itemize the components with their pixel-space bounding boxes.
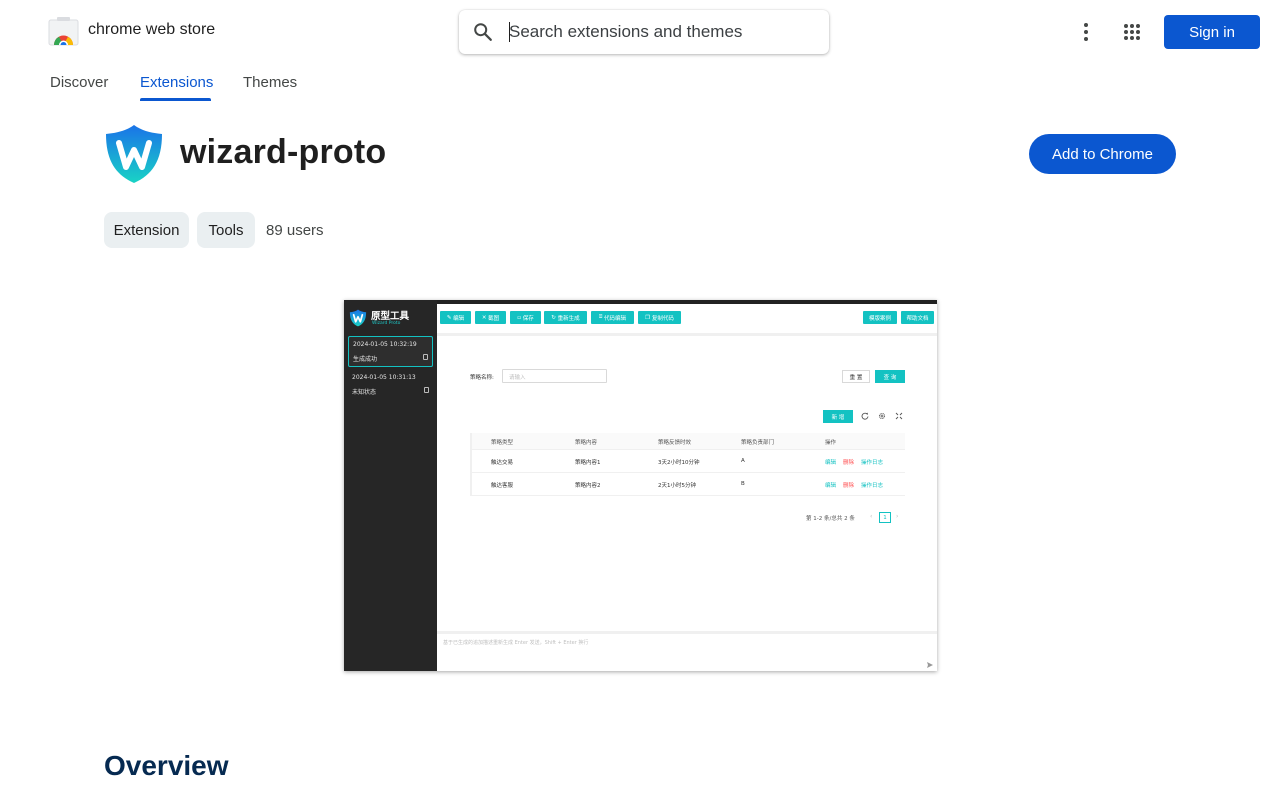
cell-timeliness: 3天2小时10分钟	[658, 460, 700, 466]
user-count: 89 users	[266, 222, 324, 239]
cell-type: 触达交易	[491, 460, 514, 466]
fullscreen-icon[interactable]	[895, 412, 903, 420]
google-apps-button[interactable]	[1116, 16, 1148, 48]
history-status: 生成成功	[353, 356, 378, 363]
send-icon[interactable]	[926, 661, 934, 669]
extension-title: wizard-proto	[180, 133, 387, 171]
row-log-link[interactable]: 操作日志	[861, 481, 883, 489]
column-header: 策略反馈时效	[658, 440, 692, 446]
chat-input-area[interactable]: 基于已生成的追加描述重新生成 Enter 发送，Shift + Enter 换行	[437, 631, 937, 671]
toolbar-code-edit-button[interactable]: ⌸ 代码编辑	[591, 311, 634, 324]
history-time: 2024-01-05 10:32:19	[353, 341, 417, 348]
cell-type: 触达客服	[491, 483, 514, 489]
extension-logo-icon	[106, 125, 162, 183]
cell-content: 策略内容2	[575, 483, 601, 489]
store-name[interactable]: chrome web store	[88, 21, 215, 39]
query-button[interactable]: 查 询	[875, 370, 905, 383]
top-header: chrome web store Sign in	[0, 0, 1280, 64]
toolbar-save-button[interactable]: ▫ 保存	[510, 311, 541, 324]
column-header: 策略类型	[491, 440, 514, 446]
settings-icon[interactable]	[878, 412, 886, 420]
toolbar-regenerate-button[interactable]: ↻ 重新生成	[544, 311, 587, 324]
toolbar-help-button[interactable]: 帮助文档	[901, 311, 934, 324]
file-icon[interactable]	[423, 354, 428, 360]
table-edge	[470, 433, 472, 496]
tab-discover[interactable]: Discover	[50, 74, 108, 91]
active-tab-indicator	[140, 98, 211, 101]
table-header: 策略类型 策略内容 策略反馈时效 策略负责部门 操作	[470, 433, 905, 450]
cell-timeliness: 2天1小时5分钟	[658, 483, 696, 489]
preview-brand-sub: Wizard Proto	[372, 321, 401, 326]
preview-sidebar: 原型工具 Wizard Proto 2024-01-05 10:32:19 生成…	[344, 300, 437, 671]
prev-page-icon[interactable]: ‹	[870, 513, 872, 520]
current-page[interactable]: 1	[879, 512, 891, 523]
refresh-icon[interactable]	[861, 412, 869, 420]
more-vert-icon	[1084, 30, 1088, 34]
search-input[interactable]	[509, 20, 809, 44]
cell-dept: B	[741, 481, 745, 487]
history-status: 未知状态	[352, 389, 377, 396]
history-item[interactable]: 2024-01-05 10:31:13 未知状态	[348, 370, 433, 401]
more-vert-icon	[1084, 37, 1088, 41]
main-nav: Discover Extensions Themes	[0, 64, 1280, 104]
next-page-icon[interactable]: ›	[896, 513, 898, 520]
chrome-web-store-logo[interactable]	[48, 17, 79, 46]
overview-heading: Overview	[104, 750, 229, 781]
chat-placeholder: 基于已生成的追加描述重新生成 Enter 发送，Shift + Enter 换行	[443, 640, 589, 646]
history-time: 2024-01-05 10:31:13	[352, 374, 416, 381]
screenshot-preview[interactable]: 原型工具 Wizard Proto 2024-01-05 10:32:19 生成…	[344, 300, 937, 671]
category-chip-tools[interactable]: Tools	[197, 212, 255, 248]
add-to-chrome-button[interactable]: Add to Chrome	[1029, 134, 1176, 174]
toolbar-edit-button[interactable]: ✎ 编辑	[440, 311, 471, 324]
row-edit-link[interactable]: 编辑	[825, 481, 836, 489]
table-row: 触达交易 策略内容1 3天2小时10分钟 A 编辑 删除 操作日志	[470, 450, 905, 473]
column-header: 操作	[825, 440, 837, 446]
preview-top-bar	[437, 300, 937, 304]
search-box[interactable]	[459, 10, 829, 54]
search-icon[interactable]	[472, 21, 494, 43]
table-row: 触达客服 策略内容2 2天1小时5分钟 B 编辑 删除 操作日志	[470, 473, 905, 496]
toolbar-copy-code-button[interactable]: ❐ 复制代码	[638, 311, 681, 324]
tab-themes[interactable]: Themes	[243, 74, 297, 91]
row-edit-link[interactable]: 编辑	[825, 458, 836, 466]
preview-brand: 原型工具	[371, 311, 410, 322]
reset-button[interactable]: 重 置	[842, 370, 870, 383]
more-vert-icon	[1084, 23, 1088, 27]
tab-extensions[interactable]: Extensions	[140, 74, 213, 91]
preview-divider	[437, 333, 937, 336]
cell-content: 策略内容1	[575, 460, 601, 466]
preview-logo-icon	[349, 309, 367, 327]
toolbar-screenshot-button[interactable]: ✕ 截图	[475, 311, 506, 324]
filter-input[interactable]: 请输入	[502, 369, 607, 383]
text-caret	[509, 22, 510, 42]
history-item[interactable]: 2024-01-05 10:32:19 生成成功	[348, 336, 433, 367]
row-delete-link[interactable]: 删除	[843, 458, 854, 466]
category-chip-extension[interactable]: Extension	[104, 212, 189, 248]
sign-in-button[interactable]: Sign in	[1164, 15, 1260, 49]
new-button[interactable]: 新 增	[823, 410, 853, 423]
row-delete-link[interactable]: 删除	[843, 481, 854, 489]
column-header: 策略内容	[575, 440, 598, 446]
more-options-button[interactable]	[1070, 16, 1102, 48]
column-header: 策略负责部门	[741, 440, 775, 446]
toolbar-templates-button[interactable]: 模版案例	[863, 311, 897, 324]
file-icon[interactable]	[424, 387, 429, 393]
row-log-link[interactable]: 操作日志	[861, 458, 883, 466]
pagination-summary: 第 1-2 条/总共 2 条	[806, 516, 855, 522]
cell-dept: A	[741, 458, 745, 464]
apps-grid-icon	[1124, 24, 1140, 40]
filter-label: 策略名称:	[470, 375, 494, 381]
